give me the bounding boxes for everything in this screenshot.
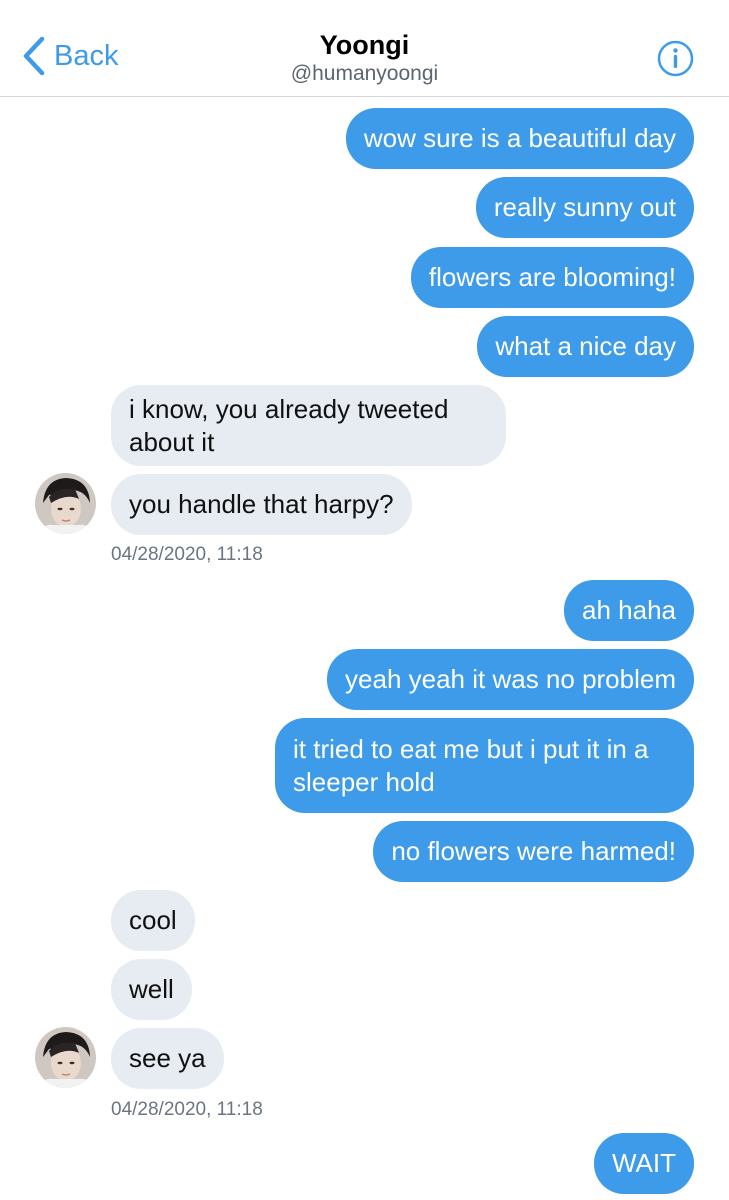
outgoing-message[interactable]: what a nice day — [477, 316, 694, 377]
outgoing-message[interactable]: flowers are blooming! — [410, 247, 694, 308]
outgoing-message[interactable]: it tried to eat me but i put it in a sle… — [275, 718, 694, 813]
incoming-message[interactable]: see ya — [111, 1028, 224, 1089]
outgoing-message[interactable]: wow sure is a beautiful day — [345, 108, 694, 169]
avatar-image — [35, 473, 96, 534]
incoming-message[interactable]: you handle that harpy? — [111, 474, 412, 535]
outgoing-message[interactable]: no flowers were harmed! — [373, 821, 694, 882]
outgoing-message[interactable]: WAIT — [593, 1133, 694, 1194]
info-icon[interactable] — [657, 40, 694, 77]
contact-name: Yoongi — [319, 30, 410, 60]
message-timestamp: 04/28/2020, 11:18 — [111, 1099, 263, 1120]
message-timestamp: 04/28/2020, 11:18 — [111, 544, 263, 565]
outgoing-message[interactable]: really sunny out — [475, 177, 694, 238]
conversation-title-block: Yoongi @humanyoongi — [0, 30, 729, 88]
incoming-message[interactable]: cool — [111, 890, 195, 951]
conversation-header: Back Yoongi @humanyoongi — [0, 0, 729, 97]
outgoing-message[interactable]: ah haha — [564, 580, 694, 641]
outgoing-message[interactable]: yeah yeah it was no problem — [327, 649, 694, 710]
incoming-message[interactable]: i know, you already tweeted about it — [111, 385, 506, 466]
contact-avatar[interactable] — [35, 473, 96, 534]
contact-avatar[interactable] — [35, 1027, 96, 1088]
avatar-image — [35, 1027, 96, 1088]
incoming-message[interactable]: well — [111, 959, 192, 1020]
contact-handle: @humanyoongi — [290, 62, 439, 85]
